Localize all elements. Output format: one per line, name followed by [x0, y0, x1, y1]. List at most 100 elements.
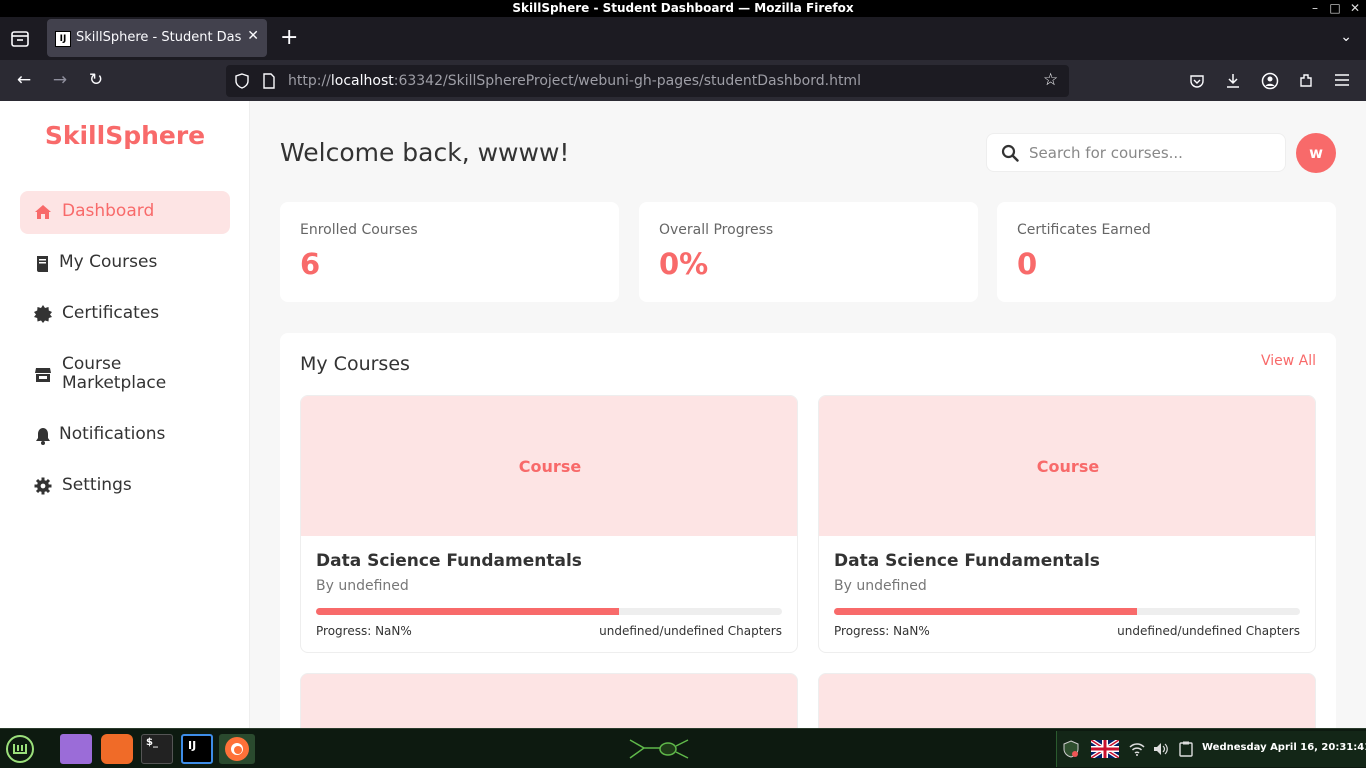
tab-label: SkillSphere - Student Dashboard	[76, 30, 241, 45]
shield-icon[interactable]	[234, 73, 250, 89]
stat-value: 0	[1017, 247, 1038, 281]
stat-card-progress: Overall Progress 0%	[639, 202, 978, 302]
window-titlebar: SkillSphere - Student Dashboard — Mozill…	[0, 0, 1366, 17]
sidebar-item-certificates[interactable]: Certificates	[20, 293, 230, 336]
files-icon[interactable]	[60, 734, 92, 764]
sidebar-item-dashboard[interactable]: Dashboard	[20, 191, 230, 234]
stat-card-enrolled: Enrolled Courses 6	[280, 202, 619, 302]
thumbnail-label: Course	[518, 457, 582, 476]
course-card-partial[interactable]	[300, 673, 798, 728]
view-all-link[interactable]: View All	[1261, 353, 1316, 369]
url-bar[interactable]: http://localhost:63342/SkillSphereProjec…	[226, 65, 1069, 97]
sidebar-item-course-marketplace[interactable]: Course Marketplace	[20, 344, 230, 406]
taskbar-clock[interactable]: Wednesday April 16, 20:31:41	[1202, 742, 1366, 753]
forward-icon[interactable]: →	[49, 70, 71, 90]
intellij-icon[interactable]: IJ	[181, 734, 213, 764]
close-tab-icon[interactable]: ✕	[247, 28, 259, 44]
new-tab-icon[interactable]: +	[280, 25, 298, 50]
extensions-icon[interactable]	[1298, 72, 1314, 89]
taskbar: $_ IJ Wednesday April 16, 20:31:41	[0, 728, 1366, 768]
menu-icon[interactable]	[1334, 73, 1350, 87]
system-tray: Wednesday April 16, 20:31:41	[1056, 731, 1366, 767]
progress-bar	[834, 608, 1300, 615]
stat-value: 0%	[659, 247, 709, 281]
page-viewport: SkillSphere Dashboard My Courses Certifi…	[0, 101, 1366, 728]
course-title[interactable]: Data Science Fundamentals	[316, 551, 582, 571]
page-icon[interactable]	[262, 73, 276, 89]
thumbnail-label: Course	[1036, 457, 1100, 476]
sidebar-item-label: My Courses	[59, 252, 158, 272]
course-author: By undefined	[834, 578, 927, 594]
sidebar-item-label: Notifications	[59, 424, 166, 444]
store-icon	[35, 368, 51, 382]
browser-tab-active[interactable]: IJ SkillSphere - Student Dashboard ✕	[47, 19, 267, 57]
stat-card-certificates: Certificates Earned 0	[997, 202, 1336, 302]
progress-bar	[316, 608, 782, 615]
back-icon[interactable]: ←	[13, 70, 35, 90]
stat-label: Enrolled Courses	[300, 222, 418, 238]
sidebar-item-label: Certificates	[62, 303, 160, 323]
url-path: :63342/SkillSphereProject/webuni-gh-page…	[393, 73, 861, 89]
url-text[interactable]: http://localhost:63342/SkillSphereProjec…	[288, 73, 861, 89]
close-window-button[interactable]: ✕	[1346, 1, 1364, 15]
downloads-icon[interactable]	[1225, 72, 1241, 89]
firefox-icon	[225, 737, 249, 761]
desklet-bug-icon	[629, 739, 689, 759]
book-icon	[37, 256, 48, 272]
progress-text: Progress: NaN%	[834, 624, 930, 638]
stat-value: 6	[300, 247, 321, 281]
progress-fill	[316, 608, 619, 615]
gear-icon	[34, 477, 52, 495]
bookmark-star-icon[interactable]: ☆	[1043, 70, 1058, 90]
search-icon	[1001, 144, 1019, 162]
main-content: Welcome back, wwww! Search for courses..…	[250, 101, 1366, 728]
course-title[interactable]: Data Science Fundamentals	[834, 551, 1100, 571]
sidebar-item-my-courses[interactable]: My Courses	[20, 242, 230, 285]
sidebar-item-label: Course Marketplace	[62, 354, 167, 393]
course-thumbnail[interactable]: Course	[819, 396, 1315, 536]
chapters-text: undefined/undefined Chapters	[1117, 624, 1300, 638]
course-card-partial[interactable]	[818, 673, 1316, 728]
nav-toolbar: ← → ↻ http://localhost:63342/SkillSphere…	[0, 60, 1366, 101]
sidebar-item-settings[interactable]: Settings	[20, 465, 230, 508]
course-thumbnail[interactable]: Course	[301, 396, 797, 536]
volume-icon[interactable]	[1153, 742, 1169, 756]
pocket-icon[interactable]	[1189, 73, 1205, 89]
brave-icon[interactable]	[101, 734, 133, 764]
mint-menu-icon[interactable]	[5, 734, 35, 764]
course-author: By undefined	[316, 578, 409, 594]
bell-icon	[36, 428, 50, 445]
stat-label: Certificates Earned	[1017, 222, 1151, 238]
reload-icon[interactable]: ↻	[85, 70, 107, 90]
home-icon	[35, 205, 51, 219]
list-all-tabs-icon[interactable]	[10, 29, 30, 49]
certificate-icon	[34, 305, 52, 323]
terminal-icon[interactable]: $_	[141, 734, 173, 764]
chevron-down-icon[interactable]: ⌄	[1340, 29, 1352, 45]
clipboard-icon[interactable]	[1179, 741, 1193, 757]
sidebar-item-notifications[interactable]: Notifications	[20, 414, 230, 457]
sidebar-item-label: Dashboard	[62, 201, 155, 221]
chapters-text: undefined/undefined Chapters	[599, 624, 782, 638]
section-title: My Courses	[300, 353, 410, 375]
course-card[interactable]: Course Data Science Fundamentals By unde…	[818, 395, 1316, 653]
window-title: SkillSphere - Student Dashboard — Mozill…	[512, 1, 854, 15]
url-scheme: http://	[288, 73, 331, 89]
avatar[interactable]: w	[1296, 133, 1336, 173]
account-icon[interactable]	[1261, 72, 1279, 90]
shield-update-icon[interactable]	[1063, 740, 1079, 758]
maximize-button[interactable]: □	[1326, 1, 1344, 15]
stat-label: Overall Progress	[659, 222, 774, 238]
url-host: localhost	[330, 73, 394, 89]
wifi-icon[interactable]	[1129, 742, 1145, 756]
intellij-favicon-icon: IJ	[55, 31, 71, 47]
progress-text: Progress: NaN%	[316, 624, 412, 638]
course-card[interactable]: Course Data Science Fundamentals By unde…	[300, 395, 798, 653]
sidebar-item-label: Settings	[62, 475, 132, 495]
search-input[interactable]: Search for courses...	[986, 133, 1286, 172]
uk-flag-icon[interactable]	[1091, 740, 1119, 758]
search-placeholder[interactable]: Search for courses...	[1029, 144, 1183, 162]
minimize-button[interactable]: –	[1306, 1, 1324, 15]
firefox-active-slot[interactable]	[219, 734, 255, 764]
brand-logo[interactable]: SkillSphere	[0, 121, 250, 150]
